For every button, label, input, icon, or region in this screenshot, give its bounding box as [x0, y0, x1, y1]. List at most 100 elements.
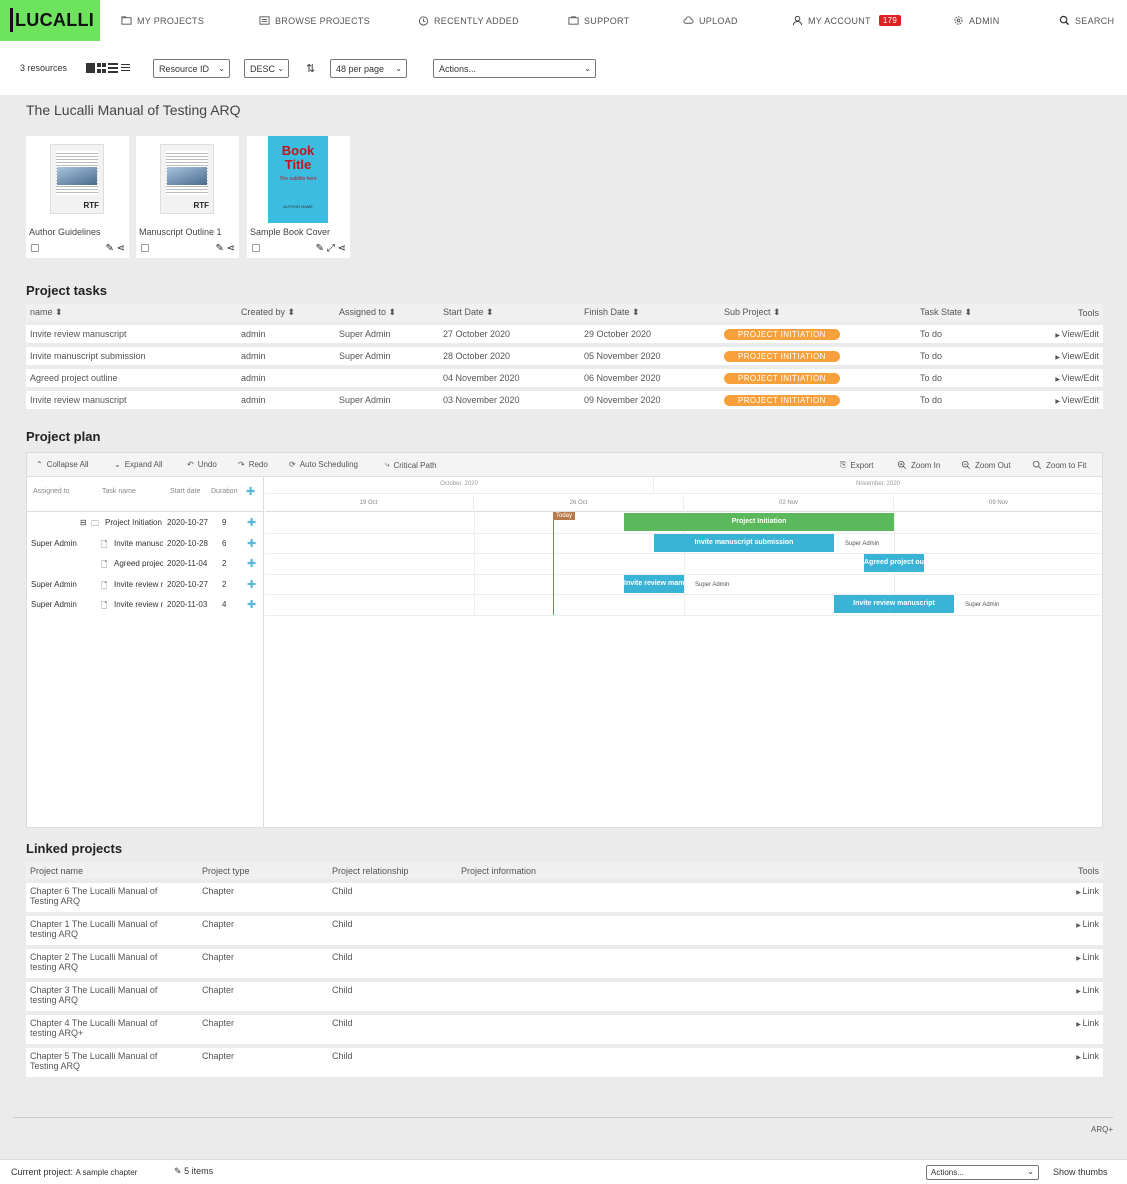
nav-browse-projects[interactable]: BROWSE PROJECTS: [259, 15, 370, 26]
col-name[interactable]: name ⬍: [26, 304, 237, 321]
relationship-cell: Child: [328, 982, 457, 1011]
project-type-cell: Chapter: [198, 982, 328, 1011]
nav-search[interactable]: SEARCH: [1059, 15, 1114, 26]
redo-button[interactable]: ↷ Redo: [238, 460, 268, 469]
nav-support[interactable]: SUPPORT: [568, 15, 629, 26]
expand-icon[interactable]: ⤢: [327, 243, 335, 254]
gantt-task-bar[interactable]: Invite review manuscript: [834, 595, 954, 613]
select-checkbox[interactable]: [252, 244, 260, 252]
gantt-task-bar[interactable]: Invite manuscript submission: [654, 533, 834, 552]
gantt-grid-row[interactable]: Super Admin 🗋 Invite manuscr 2020-10-28 6 ✚: [27, 533, 264, 553]
view-edit-link[interactable]: ▶ View/Edit: [1026, 325, 1103, 343]
sort-field-select[interactable]: Resource ID ⌄: [153, 59, 230, 78]
share-icon[interactable]: ⋖: [117, 243, 125, 254]
share-icon[interactable]: ⋖: [227, 243, 235, 254]
duration-cell: 2: [222, 559, 227, 568]
gantt-chart: ⌃ Collapse All ⌄ Expand All ↶ Undo ↷ Redo ⟳ A…: [26, 452, 1105, 828]
gantt-task-bar[interactable]: Invite review manu: [624, 574, 684, 593]
link-button[interactable]: ▶ Link: [1033, 883, 1103, 912]
zoom-to-fit-button[interactable]: Zoom to Fit: [1032, 460, 1086, 470]
status-actions-select[interactable]: Actions... ⌄: [926, 1165, 1039, 1180]
add-subtask-icon[interactable]: ✚: [247, 598, 256, 611]
link-button[interactable]: ▶ Link: [1033, 916, 1103, 945]
nav-upload[interactable]: UPLOAD: [683, 15, 738, 26]
link-button[interactable]: ▶ Link: [1033, 1048, 1103, 1077]
project-type-cell: Chapter: [198, 1048, 328, 1077]
bar-owner-label: Super Admin: [695, 581, 730, 588]
link-button[interactable]: ▶ Link: [1033, 982, 1103, 1011]
gantt-task-bar[interactable]: Project Initiation: [624, 513, 894, 531]
col-sub-project[interactable]: Sub Project ⬍: [720, 304, 916, 321]
link-button[interactable]: ▶ Link: [1033, 949, 1103, 978]
share-icon[interactable]: ⋖: [338, 243, 346, 254]
task-name-cell: Agreed project: [114, 559, 163, 568]
collapse-all-button[interactable]: ⌃ Collapse All: [36, 460, 89, 469]
info-cell: [457, 982, 1033, 1011]
nav-admin[interactable]: ADMIN: [953, 15, 1000, 26]
undo-button[interactable]: ↶ Undo: [187, 460, 217, 469]
collection-items[interactable]: ✎ 5 items: [174, 1166, 213, 1177]
button-label: Collapse All: [46, 460, 89, 469]
gantt-grid-row[interactable]: 🗋 Agreed project 2020-11-04 2 ✚: [27, 553, 264, 573]
col-tools: Tools: [1033, 862, 1103, 879]
gantt-task-bar[interactable]: Agreed project outl: [864, 554, 924, 572]
cover-subtitle: The subtitle here: [279, 176, 317, 182]
nav-my-account[interactable]: MY ACCOUNT 179: [792, 15, 902, 26]
select-checkbox[interactable]: [31, 244, 39, 252]
link-button[interactable]: ▶ Link: [1033, 1015, 1103, 1044]
actions-select[interactable]: Actions... ⌄: [433, 59, 596, 78]
add-subtask-icon[interactable]: ✚: [247, 537, 256, 550]
view-mode-icons[interactable]: [86, 63, 131, 73]
link-label: Link: [1082, 1018, 1099, 1028]
resource-card[interactable]: Book Title The subtitle here AUTHOR NAME…: [247, 136, 350, 258]
zoom-out-button[interactable]: Zoom Out: [961, 460, 1011, 470]
critical-path-button[interactable]: ⤷ Critical Path: [385, 460, 437, 470]
add-subtask-icon[interactable]: ✚: [247, 578, 256, 591]
zoom-in-button[interactable]: Zoom In: [897, 460, 940, 470]
view-edit-link[interactable]: ▶ View/Edit: [1026, 391, 1103, 409]
edit-icon[interactable]: ✎: [316, 243, 324, 254]
gantt-grid-row[interactable]: ⊟ 🗀 Project Initiation 2020-10-27 9 ✚: [27, 512, 264, 532]
today-line: [553, 512, 554, 615]
gantt-grid-row[interactable]: Super Admin 🗋 Invite review m 2020-10-27 2 ✚: [27, 574, 264, 594]
info-cell: [457, 949, 1033, 978]
resource-card[interactable]: RTF Author Guidelines ✎ ⋖: [26, 136, 129, 258]
col-assigned-to[interactable]: Assigned to ⬍: [335, 304, 439, 321]
add-task-icon[interactable]: ✚: [246, 485, 255, 498]
sort-direction-icon[interactable]: ⇅: [306, 62, 315, 75]
col-finish-date[interactable]: Finish Date ⬍: [580, 304, 720, 321]
expand-all-button[interactable]: ⌄ Expand All: [114, 460, 163, 469]
project-name-cell: Chapter 2 The Lucalli Manual of testing A…: [26, 949, 198, 978]
col-task-state[interactable]: Task State ⬍: [916, 304, 1026, 321]
auto-scheduling-button[interactable]: ⟳ Auto Scheduling: [289, 460, 358, 469]
week-label: 19 Oct: [264, 495, 474, 512]
rtf-document-icon: RTF: [160, 144, 214, 214]
edit-icon[interactable]: ✎: [105, 243, 113, 254]
lucalli-logo[interactable]: LUCALLI: [0, 0, 100, 41]
gantt-grid-row[interactable]: Super Admin 🗋 Invite review m 2020-11-03 4 ✚: [27, 594, 264, 614]
show-thumbs-toggle[interactable]: Show thumbs: [1053, 1167, 1108, 1177]
nav-recently-added[interactable]: RECENTLY ADDED: [418, 15, 519, 26]
edit-icon[interactable]: ✎: [215, 243, 223, 254]
nav-my-projects[interactable]: MY PROJECTS: [121, 15, 204, 26]
sort-order-select[interactable]: DESC ⌄: [244, 59, 289, 78]
collapse-toggle-icon[interactable]: ⊟: [80, 518, 87, 527]
add-subtask-icon[interactable]: ✚: [247, 557, 256, 570]
add-subtask-icon[interactable]: ✚: [247, 516, 256, 529]
select-checkbox[interactable]: [141, 244, 149, 252]
col-start-date[interactable]: Start Date ⬍: [439, 304, 580, 321]
chevron-down-icon: ⌄: [277, 64, 284, 73]
page-footer: ARQ+: [13, 1117, 1113, 1134]
per-page-select[interactable]: 48 per page ⌄: [330, 59, 407, 78]
col-created-by[interactable]: Created by ⬍: [237, 304, 335, 321]
table-row: Chapter 4 The Lucalli Manual of testing A…: [26, 1015, 1103, 1044]
view-edit-link[interactable]: ▶ View/Edit: [1026, 347, 1103, 365]
view-edit-link[interactable]: ▶ View/Edit: [1026, 369, 1103, 387]
plan-heading: Project plan: [26, 429, 101, 444]
user-icon: [792, 15, 803, 26]
col-tools: Tools: [1026, 304, 1103, 321]
current-project-name[interactable]: A sample chapter: [76, 1168, 138, 1177]
resource-card[interactable]: RTF Manuscript Outline 1 ✎ ⋖: [136, 136, 239, 258]
export-button[interactable]: ⎘ Export: [840, 460, 874, 470]
upload-icon: [683, 16, 694, 24]
